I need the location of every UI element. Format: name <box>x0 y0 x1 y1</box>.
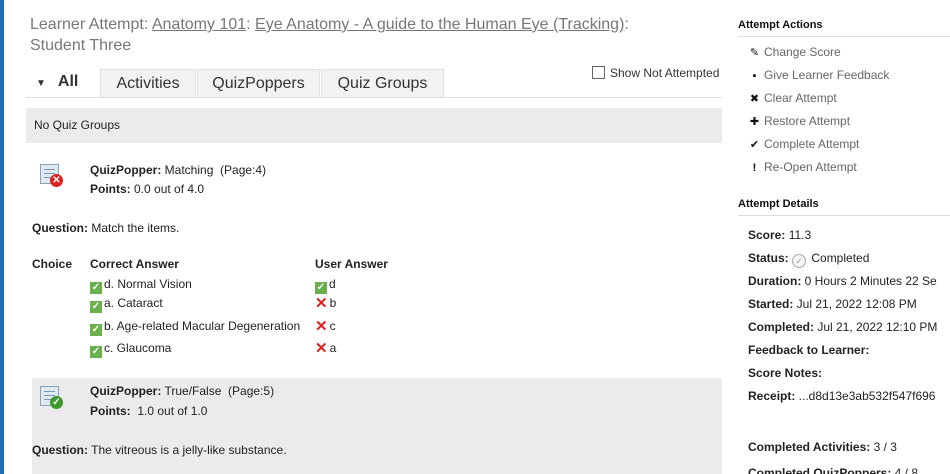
check-icon: ✓ <box>315 282 327 294</box>
points-label: Points: <box>90 404 131 418</box>
question-label: Question: <box>32 443 88 457</box>
divider <box>738 36 950 37</box>
tab-quiz-groups[interactable]: Quiz Groups <box>321 69 444 98</box>
quiz-correct-icon: ✓ <box>40 386 64 410</box>
started-row: Started: Jul 21, 2022 12:08 PM <box>748 297 917 311</box>
quiz-type: QuizPopper: True/False (Page:5) <box>90 384 274 398</box>
tabs-divider <box>26 97 722 98</box>
main-panel: Learner Attempt: Anatomy 101: Eye Anatom… <box>26 0 722 474</box>
exclamation-icon: ! <box>752 162 757 174</box>
correct-answer: ✓ b. Age-related Macular Degeneration <box>90 319 301 336</box>
tab-quizpoppers[interactable]: QuizPoppers <box>197 69 320 98</box>
divider <box>738 215 950 216</box>
x-icon: ✕ <box>315 318 328 335</box>
checkmark-icon: ✔ <box>749 139 760 151</box>
score-row: Score: 11.3 <box>748 228 812 242</box>
user-answer: ✕ b <box>315 295 337 312</box>
check-icon: ✓ <box>90 301 102 313</box>
points-value: 1.0 out of 1.0 <box>130 404 208 418</box>
tab-label: All <box>57 73 79 90</box>
pencil-icon: ✎ <box>749 47 760 59</box>
col-correct-answer: Correct Answer <box>90 257 179 271</box>
restore-attempt-action[interactable]: ✚ Restore Attempt <box>748 114 850 128</box>
question-line: Question: Match the items. <box>32 221 179 235</box>
question-label: Question: <box>32 221 88 235</box>
show-not-attempted-label: Show Not Attempted <box>610 66 720 80</box>
tab-label: Quiz Groups <box>337 75 428 92</box>
correct-answer: ✓ a. Cataract <box>90 296 163 313</box>
quiz-points: Points: 1.0 out of 1.0 <box>90 404 207 418</box>
tab-label: Activities <box>116 75 180 92</box>
question-line: Question: The vitreous is a jelly-like s… <box>32 443 287 457</box>
completed-activities-row: Completed Activities: 3 / 3 <box>748 440 897 454</box>
clear-x-icon: ✖ <box>749 93 760 105</box>
change-score-action[interactable]: ✎ Change Score <box>748 45 841 59</box>
chevron-down-icon: ▼ <box>36 78 46 89</box>
user-answer: ✓ d <box>315 277 336 294</box>
duration-row: Duration: 0 Hours 2 Minutes 22 Se <box>748 274 937 288</box>
score-notes-row: Score Notes: <box>748 366 823 380</box>
quiz-type-value: True/False (Page:5) <box>161 384 275 398</box>
status-completed-icon: ✓ <box>792 254 807 268</box>
left-border <box>0 0 4 474</box>
quiz-incorrect-icon: ✕ <box>40 164 64 188</box>
no-quiz-groups-text: No Quiz Groups <box>34 118 121 132</box>
quiz-type-label: QuizPopper: <box>90 384 162 398</box>
attempt-actions-title: Attempt Actions <box>738 19 823 31</box>
quiz-type-value: Matching (Page:4) <box>161 163 267 177</box>
clear-attempt-action[interactable]: ✖ Clear Attempt <box>748 91 837 105</box>
student-name: Student Three <box>30 37 132 54</box>
complete-attempt-action[interactable]: ✔ Complete Attempt <box>748 137 860 151</box>
correct-answer: ✓ d. Normal Vision <box>90 277 192 294</box>
correct-answer: ✓ c. Glaucoma <box>90 341 172 358</box>
col-choice: Choice <box>32 257 73 271</box>
question-text: Match the items. <box>88 221 180 235</box>
quiz-type: QuizPopper: Matching (Page:4) <box>90 163 266 177</box>
tab-all[interactable]: ▼ All <box>36 67 88 97</box>
status-row: Status: ✓ Completed <box>748 251 870 268</box>
user-answer: ✕ c <box>315 318 336 335</box>
show-not-attempted-checkbox[interactable] <box>592 66 605 79</box>
completed-row: Completed: Jul 21, 2022 12:10 PM <box>748 320 938 334</box>
check-icon: ✓ <box>90 346 102 358</box>
quiz-type-label: QuizPopper: <box>90 163 162 177</box>
restore-plus-icon: ✚ <box>749 116 760 128</box>
user-answer: ✕ a <box>315 340 337 357</box>
quiz-points: Points: 0.0 out of 4.0 <box>90 182 204 196</box>
reopen-attempt-action[interactable]: ! Re-Open Attempt <box>748 160 857 174</box>
tab-label: QuizPoppers <box>212 75 305 92</box>
module-link[interactable]: Eye Anatomy - A guide to the Human Eye (… <box>255 16 624 33</box>
question-text: The vitreous is a jelly-like substance. <box>88 443 287 457</box>
feedback-row: Feedback to Learner: <box>748 343 870 357</box>
title-prefix: Learner Attempt: <box>30 16 152 33</box>
points-value: 0.0 out of 4.0 <box>130 182 205 196</box>
title-sep: : <box>624 16 629 33</box>
attempt-details-title: Attempt Details <box>738 198 819 210</box>
title-sep: : <box>246 16 256 33</box>
course-link[interactable]: Anatomy 101 <box>152 16 246 33</box>
points-label: Points: <box>90 182 131 196</box>
x-icon: ✕ <box>315 340 328 357</box>
x-icon: ✕ <box>315 295 328 312</box>
tab-activities[interactable]: Activities <box>100 69 196 98</box>
sidebar: Attempt Actions ✎ Change Score ▪ Give Lear… <box>738 0 950 474</box>
col-user-answer: User Answer <box>315 257 388 271</box>
no-quiz-groups-bar: No Quiz Groups <box>26 108 722 143</box>
give-feedback-action[interactable]: ▪ Give Learner Feedback <box>748 68 890 82</box>
receipt-row: Receipt: ...d8d13e3ab532f547f696 <box>748 389 936 403</box>
completed-quizpoppers-row: Completed QuizPoppers: 4 / 8 <box>748 466 919 474</box>
learner-attempt-page: Learner Attempt: Anatomy 101: Eye Anatom… <box>0 0 950 474</box>
check-icon: ✓ <box>90 324 102 336</box>
check-icon: ✓ <box>90 282 102 294</box>
comment-icon: ▪ <box>752 70 757 82</box>
page-title: Learner Attempt: Anatomy 101: Eye Anatom… <box>30 14 720 56</box>
show-not-attempted-toggle[interactable]: Show Not Attempted <box>592 66 719 80</box>
